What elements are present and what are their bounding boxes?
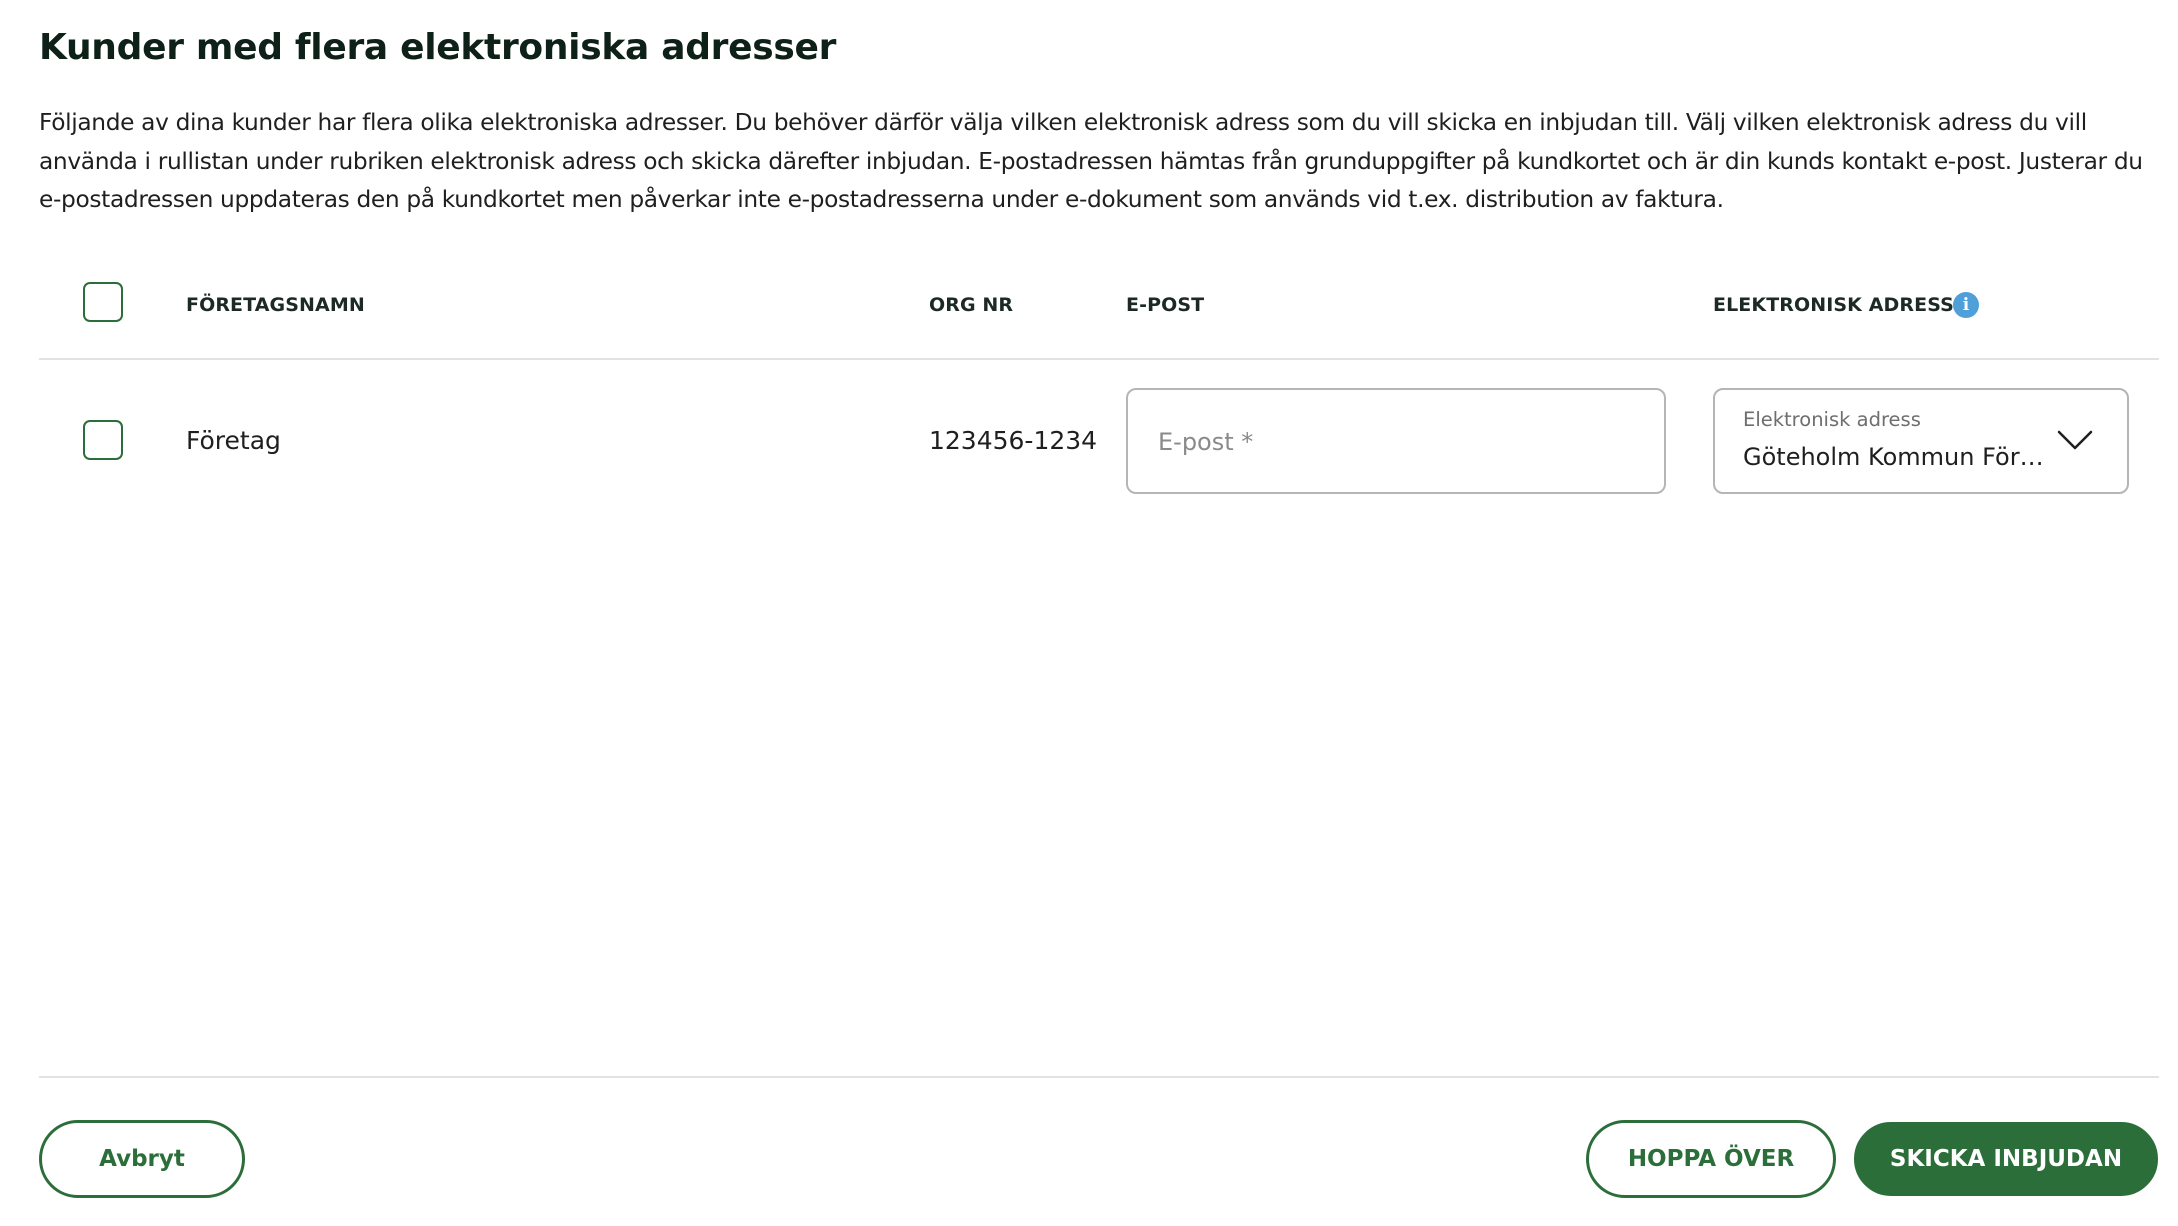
page-description: Följande av dina kunder har flera olika … [39,109,2143,213]
chevron-down-icon [2057,430,2093,450]
skip-button[interactable]: HOPPA ÖVER [1586,1120,1836,1198]
table-row: Företag 123456-1234 Elektronisk adress G… [39,380,2159,510]
electronic-address-select[interactable]: Elektronisk adress Göteholm Kommun Förva… [1713,388,2129,494]
cancel-button[interactable]: Avbryt [39,1120,245,1198]
electronic-address-select-value: Göteholm Kommun Förvaltning [1743,443,2053,471]
column-header-email: E-POST [1126,294,1205,316]
row-checkbox[interactable] [83,420,123,460]
send-invitation-button[interactable]: SKICKA INBJUDAN [1854,1122,2158,1196]
column-header-company-name: FÖRETAGSNAMN [186,294,365,316]
email-field [1126,388,1666,494]
email-input[interactable] [1156,390,1640,494]
footer-divider [39,1076,2159,1078]
info-icon[interactable]: i [1953,292,1979,318]
org-nr-cell: 123456-1234 [929,426,1098,455]
column-header-org-nr: ORG NR [929,294,1014,316]
electronic-address-select-label: Elektronisk adress [1743,408,1921,431]
table-header: FÖRETAGSNAMN ORG NR E-POST ELEKTRONISK A… [39,270,2159,360]
page-title: Kunder med flera elektroniska adresser [39,27,837,68]
column-header-electronic-address: ELEKTRONISK ADRESS [1713,294,1954,316]
company-name-cell: Företag [186,426,281,455]
select-all-checkbox[interactable] [83,282,123,322]
